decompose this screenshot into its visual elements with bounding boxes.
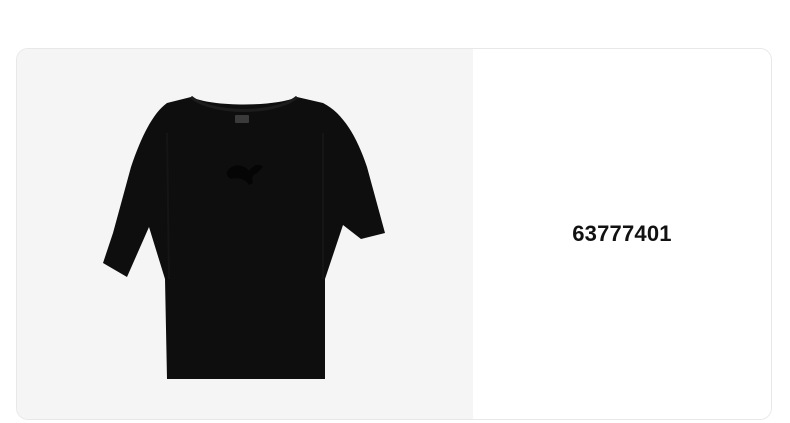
- neck-label-icon: [235, 115, 249, 123]
- product-card[interactable]: 63777401: [16, 48, 772, 420]
- product-image-pane[interactable]: [17, 49, 473, 419]
- tshirt-icon: [103, 95, 385, 379]
- product-image: [103, 95, 385, 379]
- product-info-pane: 63777401: [473, 49, 771, 419]
- product-sku: 63777401: [572, 221, 672, 246]
